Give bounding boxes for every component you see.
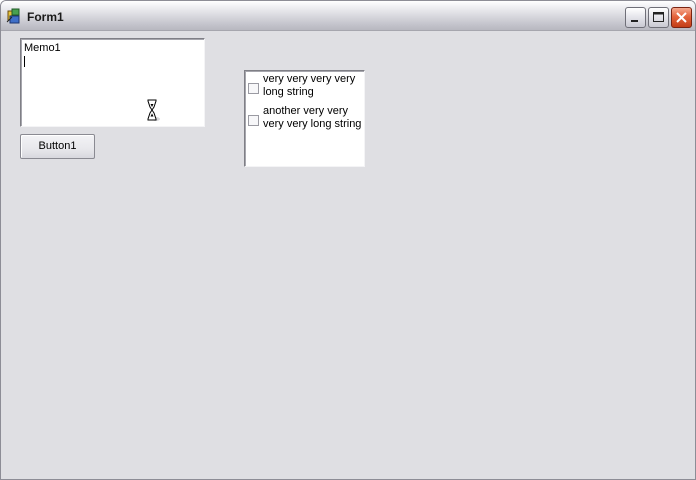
minimize-button[interactable] [625, 7, 646, 28]
minimize-icon [631, 20, 638, 22]
close-icon [676, 12, 687, 23]
hourglass-cursor-icon [146, 99, 162, 123]
item-checkbox[interactable] [248, 115, 259, 126]
check-list-item-label: another very very very very long string [263, 105, 362, 130]
title-bar[interactable]: Form1 [1, 1, 695, 31]
check-list-box[interactable]: very very very very long string another … [244, 70, 365, 167]
window-title: Form1 [27, 10, 64, 24]
item-checkbox[interactable] [248, 83, 259, 94]
maximize-button[interactable] [648, 7, 669, 28]
check-list-item-label: very very very very long string [263, 73, 356, 98]
text-caret [24, 56, 25, 67]
close-button[interactable] [671, 7, 692, 28]
memo-line: Memo1 [24, 42, 61, 54]
memo1-textarea[interactable]: Memo1 [20, 38, 205, 127]
app-icon[interactable] [6, 8, 22, 24]
maximize-icon [653, 12, 664, 22]
button1[interactable]: Button1 [20, 134, 95, 159]
